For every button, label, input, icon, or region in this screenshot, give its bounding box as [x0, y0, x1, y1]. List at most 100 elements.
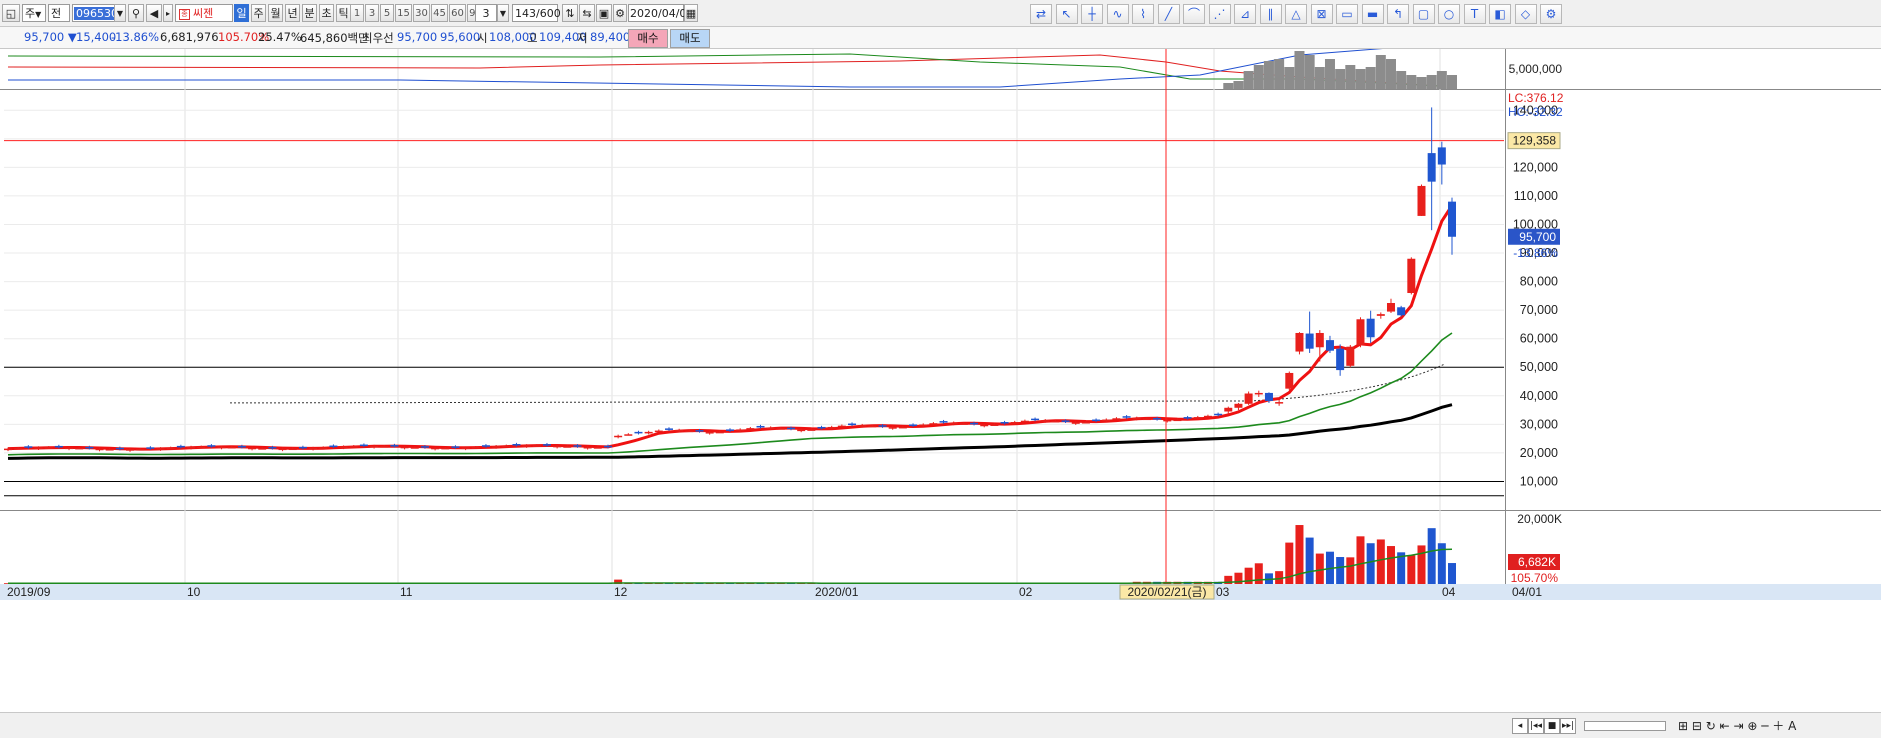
rectangle-icon[interactable]: ▢	[1412, 4, 1435, 24]
date-input[interactable]: 2020/04/01	[628, 4, 693, 22]
minute-button-60[interactable]: 60	[449, 4, 466, 22]
ellipse-icon[interactable]: ○	[1438, 4, 1460, 24]
candle-body	[481, 445, 490, 447]
candle-body	[1346, 346, 1355, 366]
scroll-button-0[interactable]: ◂	[1512, 718, 1528, 734]
code-dropdown-button[interactable]: ▼	[114, 4, 126, 22]
candle[interactable]	[1346, 344, 1355, 368]
box-fill-icon[interactable]: ▬	[1361, 4, 1384, 24]
period-button-4[interactable]: 분	[302, 4, 317, 22]
save-icon[interactable]: ▣	[596, 4, 612, 22]
candle-body	[919, 424, 928, 426]
minute-button-15[interactable]: 15	[395, 4, 412, 22]
custom-period-input[interactable]: 3	[475, 4, 497, 22]
toggle-icon[interactable]: ⇆	[579, 4, 595, 22]
custom-period-dropdown[interactable]: ▼	[497, 4, 509, 22]
top-panel-bar	[1314, 67, 1325, 89]
scroll-button-2[interactable]: ■	[1544, 718, 1560, 734]
trendline-icon[interactable]: ∿	[1106, 4, 1129, 24]
candle-body	[512, 444, 521, 446]
cycle-line-icon[interactable]: ⌇	[1132, 4, 1154, 24]
candle-body	[959, 423, 968, 425]
candle-body	[898, 426, 907, 429]
candle-body	[339, 446, 348, 449]
curve-icon[interactable]: ⌒	[1183, 4, 1205, 24]
candle-body	[1183, 417, 1192, 419]
gear-icon[interactable]: ⚙	[613, 4, 627, 22]
candle[interactable]	[1407, 257, 1416, 295]
minute-button-45[interactable]: 45	[431, 4, 448, 22]
window-menu-icon[interactable]: ◱	[2, 4, 20, 22]
prev-next-icon[interactable]: ▸	[163, 4, 173, 22]
minute-button-30[interactable]: 30	[413, 4, 430, 22]
period-button-2[interactable]: 월	[268, 4, 283, 22]
volume-bar	[1448, 563, 1456, 584]
stock-chart[interactable]: 10,000 20,000 30,000 40,000 50,000 60,000 70,0…	[0, 49, 1881, 712]
fibonacci-time-icon[interactable]: ∥	[1259, 4, 1282, 24]
zoom-icon[interactable]: ⊞ ⊟ ↻ ⇤ ⇥ ⊕ ─ ＋ A	[1678, 717, 1796, 734]
candle-body	[614, 435, 623, 438]
cursor-icon[interactable]: ↖	[1055, 4, 1078, 24]
candle[interactable]	[1285, 371, 1294, 391]
candle-body	[756, 425, 765, 428]
candle[interactable]	[1244, 391, 1253, 405]
candle-body	[1041, 420, 1050, 422]
market-select[interactable]: 주▼	[22, 4, 46, 22]
candle[interactable]	[1417, 184, 1426, 216]
candle-body	[1427, 153, 1436, 182]
speaker-icon[interactable]: ◀	[146, 4, 162, 22]
ratio-icon[interactable]: ⇅	[562, 4, 578, 22]
crosshair-icon[interactable]: ┼	[1081, 4, 1103, 24]
candle[interactable]	[1295, 332, 1304, 355]
scroll-track[interactable]	[1584, 721, 1666, 731]
hc-label: HC:-32.32	[1508, 105, 1563, 119]
candle-body	[1142, 418, 1151, 421]
search-icon[interactable]: ⚲	[128, 4, 144, 22]
period-button-5[interactable]: 초	[319, 4, 334, 22]
grid-icon[interactable]: ⊠	[1310, 4, 1333, 24]
triangle-icon[interactable]: △	[1285, 4, 1307, 24]
period-button-1[interactable]: 주	[251, 4, 266, 22]
sell-button[interactable]: 매도	[670, 29, 710, 48]
arrow-icon[interactable]: ↰	[1387, 4, 1409, 24]
last-change-label: -13.86%	[1513, 246, 1558, 260]
calendar-icon[interactable]: ▦	[684, 4, 698, 22]
candle-body	[288, 448, 297, 451]
candle-body	[970, 422, 979, 425]
text-icon[interactable]: T	[1463, 4, 1486, 24]
buy-button[interactable]: 매수	[628, 29, 668, 48]
minute-button-1[interactable]: 1	[350, 4, 364, 22]
candle-body	[817, 426, 826, 429]
eraser-icon[interactable]: ◇	[1514, 4, 1537, 24]
price-info-bar: 95,700 ▼ 15,400 -13.86% 6,681,976 105.70…	[0, 27, 1881, 49]
last-price-label: 95,700	[1519, 230, 1556, 244]
period-button-3[interactable]: 년	[285, 4, 300, 22]
candle[interactable]	[1356, 317, 1365, 348]
top-panel-bar	[1243, 71, 1254, 89]
color-icon[interactable]: ◧	[1489, 4, 1511, 24]
stock-code-input[interactable]: 096530	[72, 4, 120, 22]
angle-line-icon[interactable]: ╱	[1157, 4, 1180, 24]
candle-body	[44, 447, 53, 449]
minute-button-3[interactable]: 3	[365, 4, 379, 22]
refresh-icon[interactable]: ⇄	[1030, 4, 1052, 24]
candle-body	[1010, 422, 1019, 424]
settings-icon[interactable]: ⚙	[1540, 4, 1562, 24]
minute-button-5[interactable]: 5	[380, 4, 394, 22]
period-button-6[interactable]: 틱	[336, 4, 351, 22]
candle-body	[542, 444, 551, 446]
fibonacci-fan-icon[interactable]: ⊿	[1234, 4, 1256, 24]
candle-body	[664, 428, 673, 430]
candle-body	[1112, 418, 1121, 420]
candle-body	[553, 445, 562, 448]
box-icon[interactable]: ▭	[1336, 4, 1358, 24]
count-input[interactable]: 143/600	[512, 4, 561, 22]
fan-icon[interactable]: ⋰	[1208, 4, 1231, 24]
period-button-0[interactable]: 일	[234, 4, 249, 22]
stock-name-field[interactable]: 종 씨젠	[175, 4, 233, 22]
scroll-button-1[interactable]: |◂◂	[1528, 718, 1544, 734]
code-type-select[interactable]: 전	[48, 4, 70, 22]
scroll-button-3[interactable]: ▸▸|	[1560, 718, 1576, 734]
candle-body	[848, 423, 857, 426]
candle[interactable]	[1397, 305, 1406, 317]
